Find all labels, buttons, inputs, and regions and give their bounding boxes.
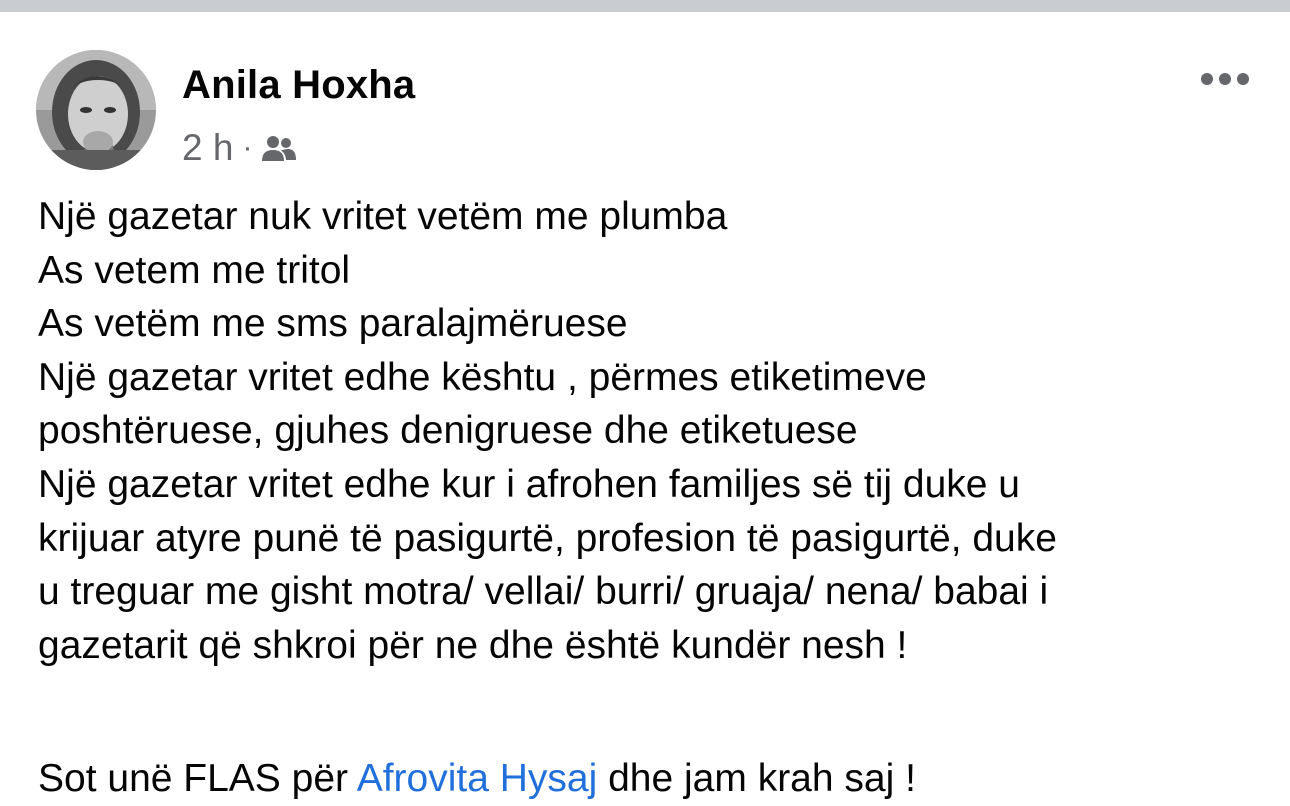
post-line: Një gazetar vritet edhe kështu , përmes …	[38, 355, 927, 399]
feed-divider	[0, 0, 1290, 12]
post-line: As vetëm me sms paralajmëruese	[38, 302, 628, 346]
post-timestamp[interactable]: 2 h	[182, 127, 233, 169]
final-line-end: dhe jam krah saj !	[597, 757, 916, 801]
final-line-start: Sot unë FLAS për	[38, 757, 357, 801]
post-line: Një gazetar vritet edhe kur i afrohen fa…	[38, 462, 1020, 506]
mention-link[interactable]: Afrovita Hysaj	[357, 757, 598, 800]
friends-icon[interactable]	[261, 134, 297, 162]
author-avatar[interactable]	[36, 50, 156, 170]
post-line: krijuar atyre punë të pasigurtë, profesi…	[38, 516, 1057, 560]
avatar-photo	[36, 50, 156, 170]
post-text: Një gazetar nuk vritet vetëm me plumba A…	[38, 190, 1278, 806]
post-line: As vetem me tritol	[38, 248, 351, 292]
post-line-final: Sot unë FLAS për Afrovita Hysaj dhe jam …	[38, 752, 1278, 806]
post-line: poshtëruese, gjuhes denigruese dhe etike…	[38, 409, 858, 453]
paragraph-break	[38, 672, 1278, 752]
post-line: Një gazetar nuk vritet vetëm me plumba	[38, 195, 728, 238]
more-options-icon[interactable]	[1194, 62, 1256, 96]
post-line: gazetarit që shkroi për ne dhe është kun…	[38, 623, 908, 667]
post-line: u treguar me gisht motra/ vellai/ burri/…	[38, 570, 1049, 614]
post-meta: 2 h ·	[182, 127, 297, 169]
author-name[interactable]: Anila Hoxha	[182, 63, 415, 108]
meta-separator: ·	[242, 131, 253, 164]
